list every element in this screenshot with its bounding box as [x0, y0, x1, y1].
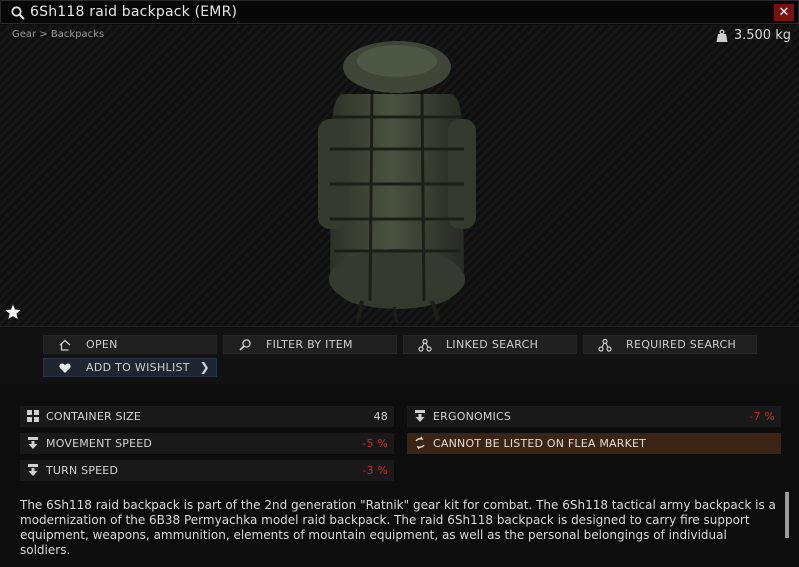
flea-market-icon [415, 436, 425, 450]
stat-turn-speed: TURN SPEED -3 % [20, 460, 394, 481]
favorite-star-icon[interactable] [4, 303, 22, 321]
weight-value: 3.500 kg [733, 28, 791, 43]
item-description: The 6Sh118 raid backpack is part of the … [20, 498, 776, 557]
weight-icon [716, 29, 728, 42]
filter-by-item-label: FILTER BY ITEM [266, 338, 353, 351]
stat-value: -3 % [362, 464, 388, 477]
stat-label: CONTAINER SIZE [46, 410, 142, 423]
item-title: 6Sh118 raid backpack (EMR) [30, 4, 238, 20]
stat-value: 48 [373, 410, 388, 423]
turn-speed-down-icon [28, 464, 38, 476]
flea-market-warning: CANNOT BE LISTED ON FLEA MARKET [407, 433, 781, 454]
filter-search-icon [239, 339, 251, 351]
stat-ergonomics: ERGONOMICS -7 % [407, 406, 781, 427]
required-search-icon [598, 338, 612, 352]
add-to-wishlist-button[interactable]: ADD TO WISHLIST ❯ [43, 358, 217, 377]
linked-search-label: LINKED SEARCH [446, 338, 539, 351]
open-button-label: OPEN [86, 338, 118, 351]
stat-movement-speed: MOVEMENT SPEED -5 % [20, 433, 394, 454]
title-bar: 6Sh118 raid backpack (EMR) ✕ [0, 0, 799, 24]
home-icon [59, 339, 71, 351]
backpack-image [318, 41, 476, 323]
item-weight: 3.500 kg [716, 28, 791, 43]
movement-down-icon [28, 437, 38, 449]
add-to-wishlist-label: ADD TO WISHLIST [86, 361, 190, 374]
flea-market-label: CANNOT BE LISTED ON FLEA MARKET [433, 437, 647, 450]
stat-container-size: CONTAINER SIZE 48 [20, 406, 394, 427]
description-scrollbar[interactable] [785, 492, 789, 538]
breadcrumb[interactable]: Gear > Backpacks [12, 29, 104, 40]
grid-icon [27, 410, 39, 422]
stat-label: TURN SPEED [46, 464, 119, 477]
stat-label: MOVEMENT SPEED [46, 437, 153, 450]
linked-search-icon [418, 338, 432, 352]
open-button[interactable]: OPEN [43, 335, 217, 354]
stat-value: -7 % [749, 410, 775, 423]
chevron-right-icon: ❯ [199, 360, 210, 374]
item-preview: Gear > Backpacks 3.500 kg [0, 25, 799, 327]
required-search-button[interactable]: REQUIRED SEARCH [583, 335, 757, 354]
stat-value: -5 % [362, 437, 388, 450]
close-button[interactable]: ✕ [774, 4, 794, 21]
action-bar: OPEN FILTER BY ITEM LINKED SEARCH REQUIR… [0, 328, 799, 384]
ergonomics-down-icon [415, 410, 425, 422]
stat-label: ERGONOMICS [433, 410, 512, 423]
required-search-label: REQUIRED SEARCH [626, 338, 737, 351]
search-icon [11, 6, 25, 20]
filter-by-item-button[interactable]: FILTER BY ITEM [223, 335, 397, 354]
heart-icon [59, 363, 71, 373]
linked-search-button[interactable]: LINKED SEARCH [403, 335, 577, 354]
